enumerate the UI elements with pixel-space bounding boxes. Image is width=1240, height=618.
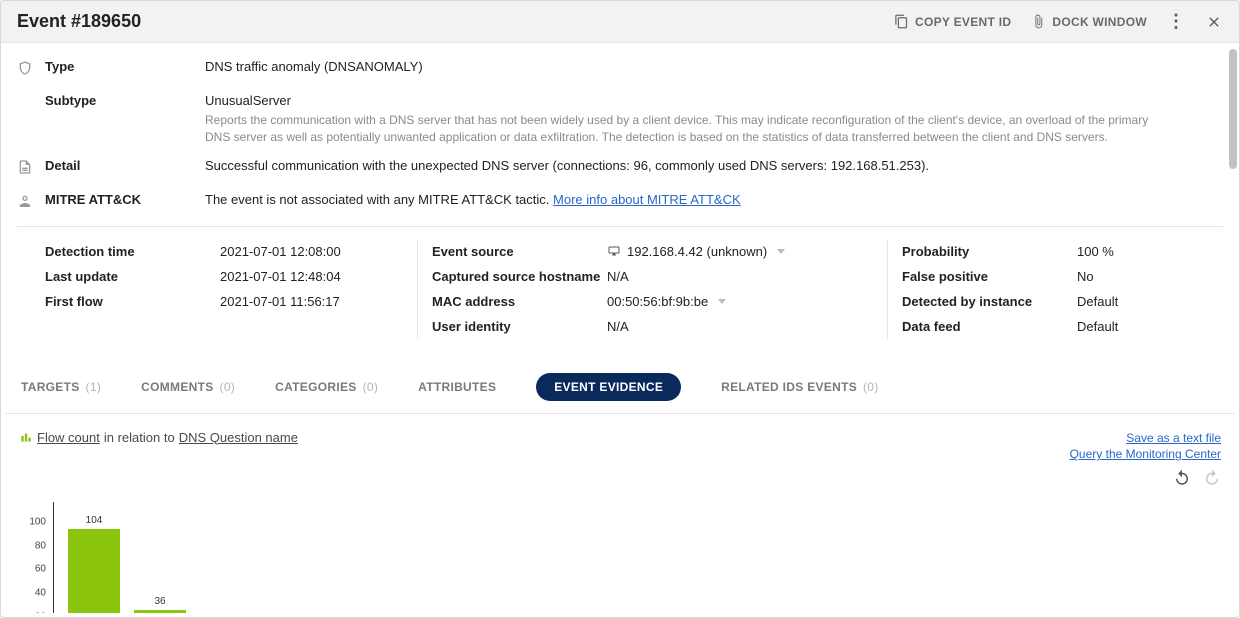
- first-flow-label: First flow: [45, 294, 220, 309]
- detected-by-label: Detected by instance: [902, 294, 1077, 309]
- tab-attributes[interactable]: ATTRIBUTES: [418, 380, 496, 394]
- tab-event-evidence[interactable]: EVENT EVIDENCE: [536, 373, 681, 401]
- col-time: Detection time2021-07-01 12:08:00 Last u…: [17, 239, 417, 339]
- chart-ytick: 80: [35, 540, 46, 551]
- undo-icon: [1173, 469, 1191, 487]
- chart-bars: 10436: [54, 522, 229, 613]
- mitre-link[interactable]: More info about MITRE ATT&CK: [553, 192, 741, 207]
- type-row: Type DNS traffic anomaly (DNSANOMALY): [17, 53, 1223, 87]
- redo-icon: [1203, 469, 1221, 487]
- header-actions: COPY EVENT ID DOCK WINDOW ⋮: [894, 13, 1223, 31]
- event-panel: Event #189650 COPY EVENT ID DOCK WINDOW …: [0, 0, 1240, 618]
- details-grid: Detection time2021-07-01 12:08:00 Last u…: [17, 233, 1223, 349]
- col-source: Event source 192.168.4.42 (unknown) Capt…: [417, 239, 887, 339]
- attach-icon: [1031, 14, 1046, 29]
- device-icon: [607, 245, 621, 257]
- captured-hostname-value: N/A: [607, 269, 629, 284]
- mac-label: MAC address: [432, 294, 607, 309]
- more-menu-button[interactable]: ⋮: [1167, 13, 1185, 31]
- subtype-description: Reports the communication with a DNS ser…: [205, 112, 1175, 146]
- false-positive-label: False positive: [902, 269, 1077, 284]
- subtype-row: Subtype UnusualServer Reports the commun…: [17, 87, 1223, 152]
- dock-window-button[interactable]: DOCK WINDOW: [1031, 14, 1147, 29]
- tab-categories[interactable]: CATEGORIES (0): [275, 380, 378, 394]
- dock-window-label: DOCK WINDOW: [1052, 15, 1147, 29]
- detail-value: Successful communication with the unexpe…: [205, 158, 1223, 173]
- chart-ytick: 60: [35, 564, 46, 575]
- chart-bar-group: 36: [134, 596, 186, 613]
- chart-bar-value: 36: [154, 596, 165, 607]
- mac-value[interactable]: 00:50:56:bf:9b:be: [607, 294, 726, 309]
- save-text-link[interactable]: Save as a text file: [1070, 430, 1221, 447]
- query-monitoring-link[interactable]: Query the Monitoring Center: [1070, 446, 1221, 463]
- mitre-icon: [17, 193, 33, 209]
- subtype-label: Subtype: [45, 93, 205, 108]
- undo-button[interactable]: [1173, 469, 1191, 492]
- separator: [17, 226, 1223, 227]
- detection-time-value: 2021-07-01 12:08:00: [220, 244, 341, 259]
- copy-icon: [894, 14, 909, 29]
- mitre-label: MITRE ATT&CK: [45, 192, 205, 207]
- probability-value: 100 %: [1077, 244, 1114, 259]
- tab-comments[interactable]: COMMENTS (0): [141, 380, 235, 394]
- document-icon: [17, 159, 33, 175]
- chart-bar[interactable]: [134, 610, 186, 613]
- user-identity-value: N/A: [607, 319, 629, 334]
- chart-yaxis: 020406080100: [20, 502, 50, 613]
- panel-body: Type DNS traffic anomaly (DNSANOMALY) Su…: [1, 43, 1239, 613]
- bar-chart-icon: [19, 430, 33, 444]
- event-title: Event #189650: [17, 11, 141, 32]
- false-positive-value: No: [1077, 269, 1094, 284]
- tabs-bar: TARGETS (1) COMMENTS (0) CATEGORIES (0) …: [5, 359, 1235, 414]
- evidence-metric[interactable]: Flow count: [37, 430, 100, 445]
- type-value: DNS traffic anomaly (DNSANOMALY): [205, 59, 1223, 74]
- tab-targets[interactable]: TARGETS (1): [21, 380, 101, 394]
- chart-ytick: 40: [35, 587, 46, 598]
- evidence-dimension[interactable]: DNS Question name: [179, 430, 298, 445]
- last-update-label: Last update: [45, 269, 220, 284]
- copy-event-id-label: COPY EVENT ID: [915, 15, 1011, 29]
- redo-button[interactable]: [1203, 469, 1221, 492]
- user-identity-label: User identity: [432, 319, 607, 334]
- tab-related-ids[interactable]: RELATED IDS EVENTS (0): [721, 380, 878, 394]
- data-feed-label: Data feed: [902, 319, 1077, 334]
- col-meta: Probability100 % False positiveNo Detect…: [887, 239, 1223, 339]
- copy-event-id-button[interactable]: COPY EVENT ID: [894, 14, 1011, 29]
- event-info: Type DNS traffic anomaly (DNSANOMALY) Su…: [1, 43, 1239, 359]
- detection-time-label: Detection time: [45, 244, 220, 259]
- evidence-section: Flow count in relation to DNS Question n…: [1, 414, 1239, 613]
- close-button[interactable]: [1205, 13, 1223, 31]
- panel-header: Event #189650 COPY EVENT ID DOCK WINDOW …: [1, 1, 1239, 43]
- first-flow-value: 2021-07-01 11:56:17: [220, 294, 340, 309]
- caret-down-icon: [718, 299, 726, 304]
- mitre-value: The event is not associated with any MIT…: [205, 192, 549, 207]
- event-source-label: Event source: [432, 244, 607, 259]
- chart: 020406080100 10436 p….orgse….com: [19, 502, 229, 613]
- evidence-links: Save as a text file Query the Monitoring…: [1070, 430, 1221, 464]
- evidence-relation: in relation to: [104, 430, 175, 445]
- chart-ytick: 20: [35, 611, 46, 613]
- subtype-value: UnusualServer: [205, 93, 1223, 108]
- mitre-row: MITRE ATT&CK The event is not associated…: [17, 186, 1223, 220]
- detected-by-value: Default: [1077, 294, 1118, 309]
- captured-hostname-label: Captured source hostname: [432, 269, 607, 284]
- last-update-value: 2021-07-01 12:48:04: [220, 269, 341, 284]
- shield-icon: [17, 60, 33, 76]
- chart-controls: [1070, 469, 1221, 492]
- probability-label: Probability: [902, 244, 1077, 259]
- close-icon: [1206, 14, 1222, 30]
- detail-row: Detail Successful communication with the…: [17, 152, 1223, 186]
- chart-bar-value: 104: [86, 515, 103, 526]
- type-label: Type: [45, 59, 205, 74]
- chart-bar[interactable]: [68, 529, 120, 613]
- chart-bar-group: 104: [68, 515, 120, 613]
- evidence-title: Flow count in relation to DNS Question n…: [19, 430, 298, 445]
- chart-ytick: 100: [29, 517, 46, 528]
- event-source-value[interactable]: 192.168.4.42 (unknown): [607, 244, 785, 259]
- caret-down-icon: [777, 249, 785, 254]
- data-feed-value: Default: [1077, 319, 1118, 334]
- detail-label: Detail: [45, 158, 205, 173]
